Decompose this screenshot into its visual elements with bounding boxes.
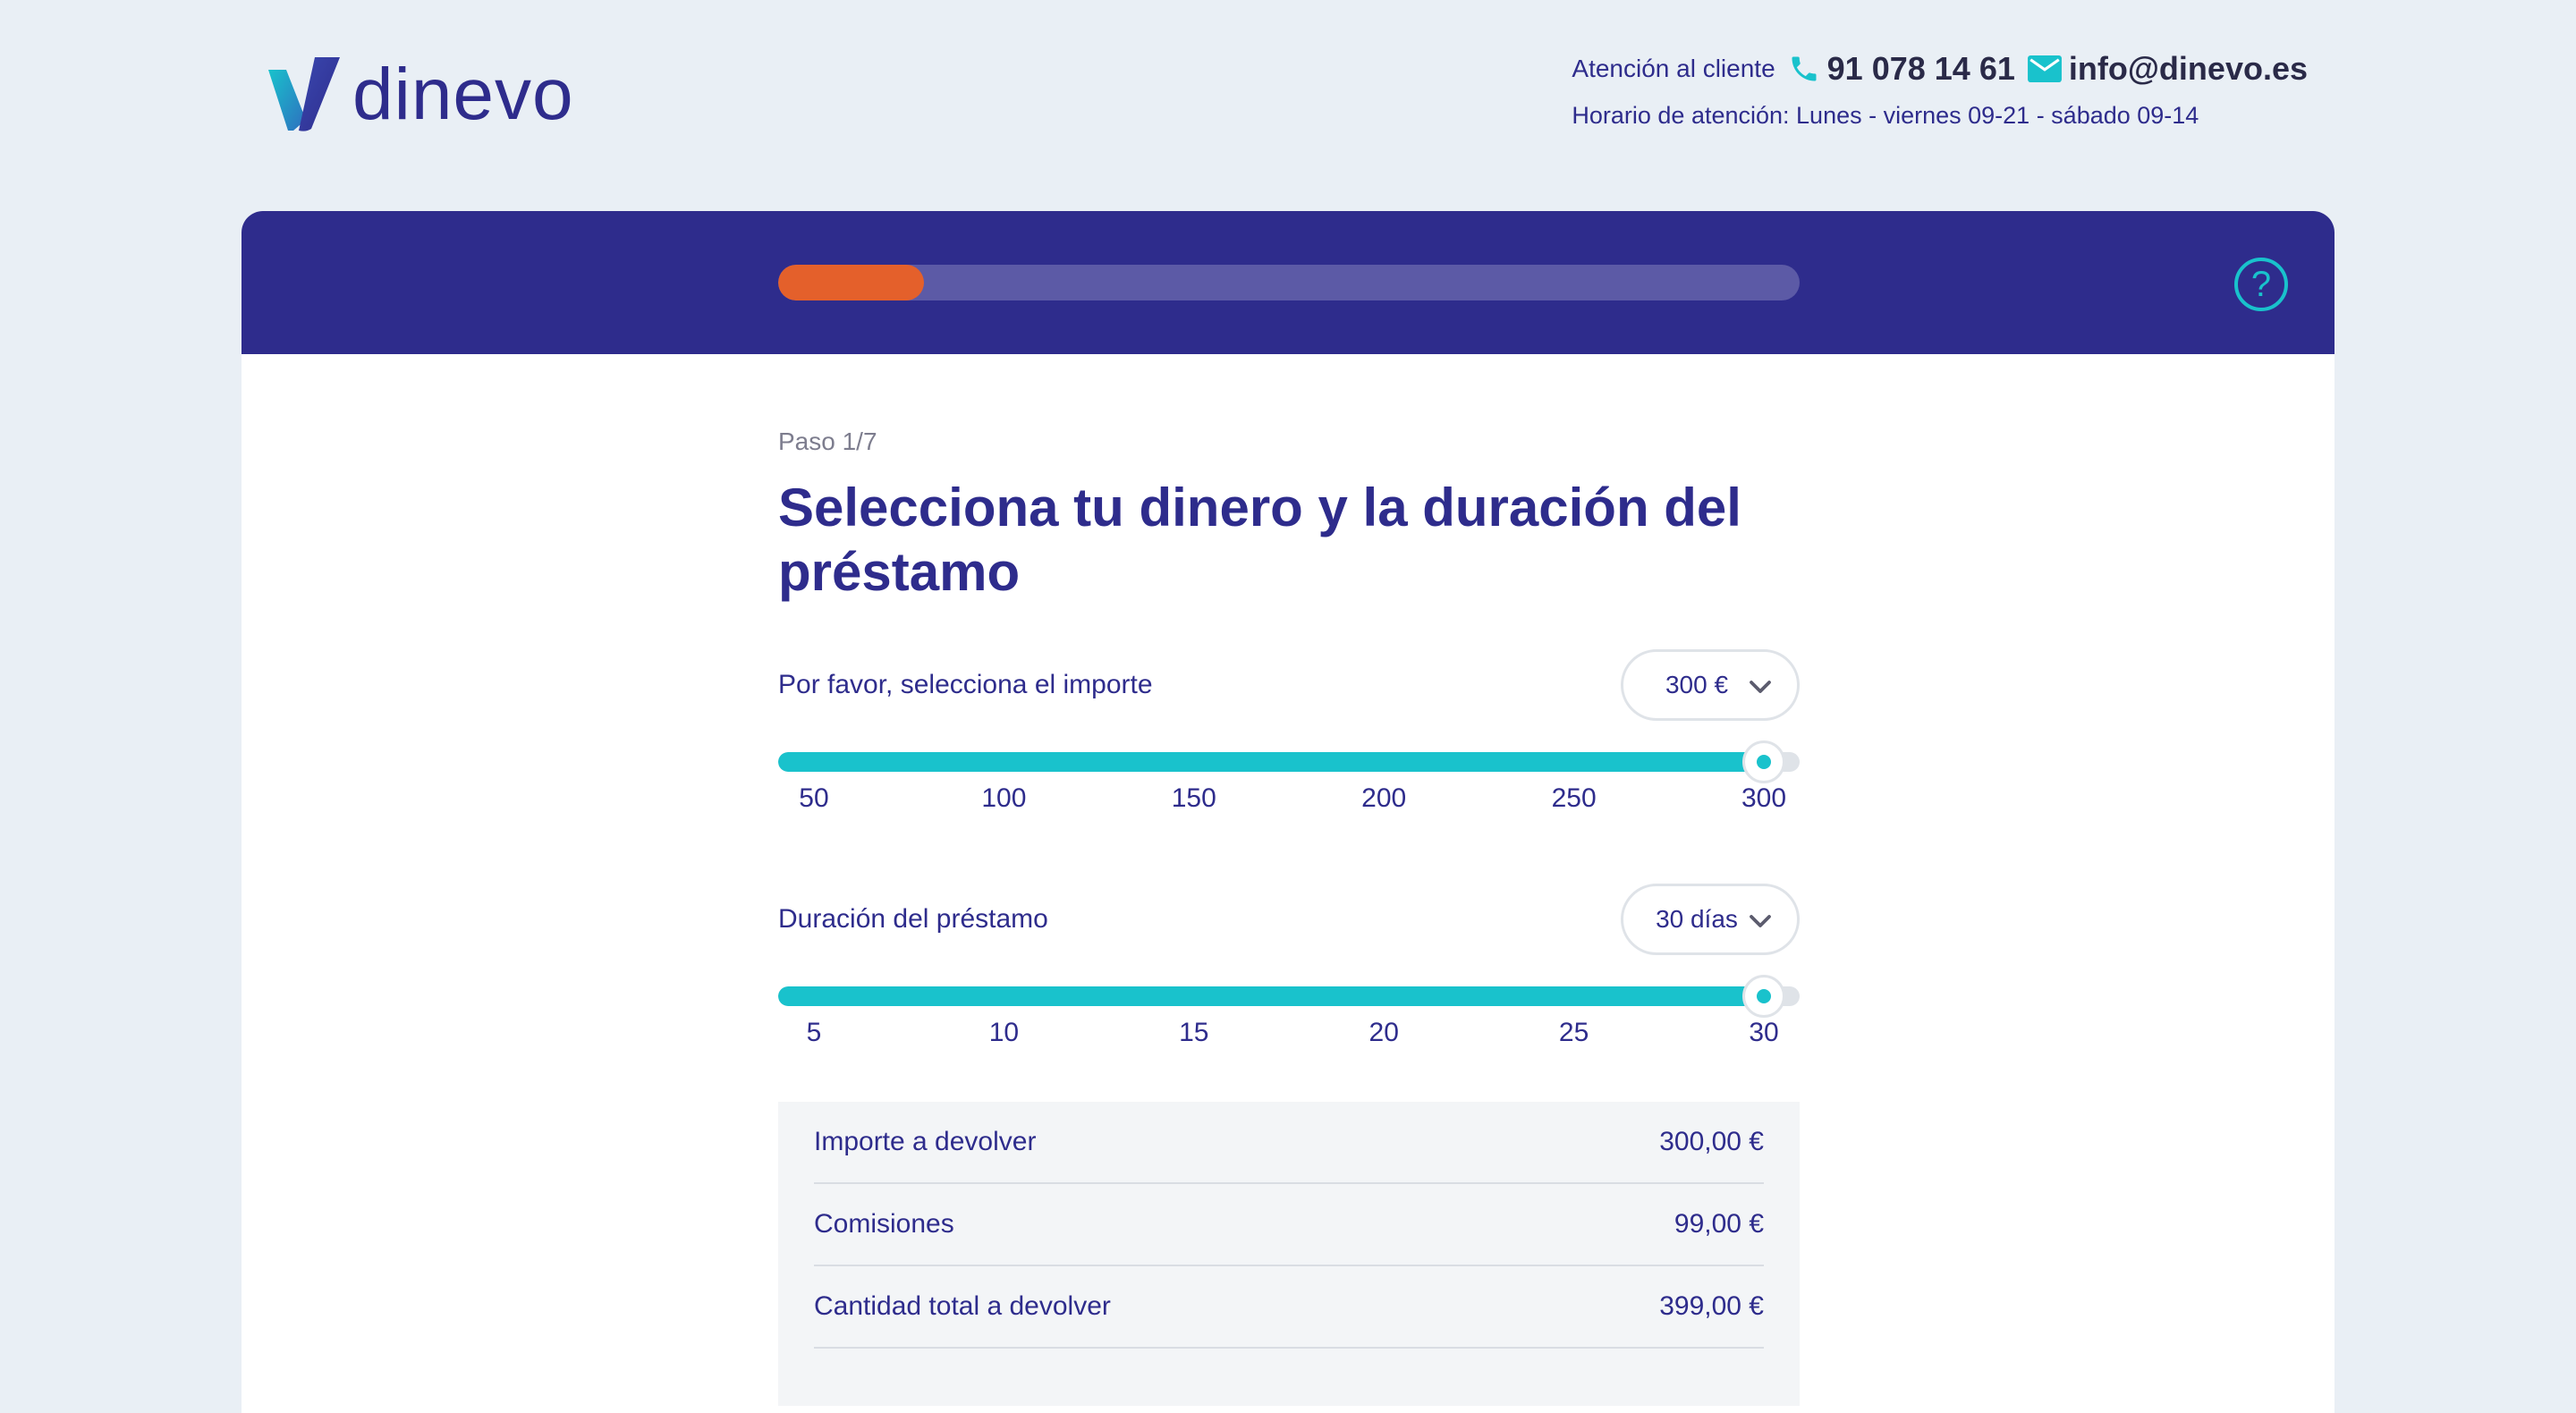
amount-select-value: 300 € [1665, 671, 1729, 698]
duration-tick: 25 [1558, 1018, 1589, 1047]
step-progress-fill [778, 265, 925, 300]
amount-row: Por favor, selecciona el importe 300 € [778, 649, 1800, 721]
amount-tick: 50 [799, 783, 829, 813]
brand-name: dinevo [352, 54, 574, 135]
contact-info: Atención al cliente 91 078 14 61 info@di… [1572, 50, 2308, 130]
phone-number-link[interactable]: 91 078 14 61 [1827, 50, 2015, 88]
phone-icon [1788, 53, 1820, 85]
duration-slider-track[interactable] [778, 986, 1800, 1006]
dinevo-v-logo-icon [268, 57, 340, 131]
brand-logo[interactable]: dinevo [267, 57, 574, 132]
help-button[interactable]: ? [2234, 258, 2288, 311]
amount-tick: 100 [981, 783, 1027, 813]
loan-form-card: ? Paso 1/7 Selecciona tu dinero y la dur… [242, 211, 2334, 1413]
opening-hours: Horario de atención: Lunes - viernes 09-… [1572, 102, 2199, 129]
card-header: ? [242, 211, 2334, 354]
contact-label: Atención al cliente [1572, 55, 1775, 82]
summary-row-repay-amount: Importe a devolver 300,00 € [814, 1102, 1764, 1184]
email-link[interactable]: info@dinevo.es [2069, 50, 2308, 88]
summary-row-total: Cantidad total a devolver 399,00 € [814, 1266, 1764, 1349]
duration-tick: 10 [988, 1018, 1020, 1047]
amount-slider[interactable] [778, 740, 1800, 783]
duration-label: Duración del préstamo [778, 904, 1048, 934]
duration-select[interactable]: 30 días [1621, 884, 1800, 955]
amount-tick: 150 [1171, 783, 1216, 813]
mail-icon [2027, 55, 2062, 82]
summary-label: Importe a devolver [814, 1127, 1037, 1156]
amount-select[interactable]: 300 € [1621, 649, 1800, 721]
summary-value: 99,00 € [1674, 1209, 1764, 1239]
step-progress-bar [778, 265, 1800, 300]
amount-tick: 200 [1361, 783, 1407, 813]
amount-ticks: 50 100 150 200 250 300 [778, 783, 1800, 819]
summary-row-fees: Comisiones 99,00 € [814, 1184, 1764, 1266]
help-icon: ? [2250, 264, 2272, 304]
amount-slider-fill [778, 752, 1765, 772]
chevron-down-icon [1747, 673, 1774, 706]
duration-tick: 5 [806, 1018, 822, 1047]
amount-slider-track[interactable] [778, 752, 1800, 772]
form-body: Paso 1/7 Selecciona tu dinero y la durac… [778, 354, 1800, 1406]
page-title: Selecciona tu dinero y la duración del p… [778, 478, 1741, 602]
duration-slider-fill [778, 986, 1765, 1006]
duration-tick: 30 [1749, 1018, 1779, 1047]
duration-tick: 20 [1368, 1018, 1399, 1047]
amount-slider-thumb[interactable] [1742, 740, 1786, 783]
contact-row: Atención al cliente 91 078 14 61 info@di… [1572, 50, 2308, 88]
duration-ticks: 5 10 15 20 25 30 [778, 1018, 1800, 1053]
chevron-down-icon [1747, 908, 1774, 941]
step-indicator: Paso 1/7 [778, 427, 877, 455]
amount-tick: 250 [1551, 783, 1597, 813]
summary-label: Cantidad total a devolver [814, 1291, 1111, 1321]
duration-slider-thumb[interactable] [1742, 975, 1786, 1018]
summary-value: 399,00 € [1659, 1291, 1764, 1321]
duration-row: Duración del préstamo 30 días [778, 884, 1800, 955]
duration-slider[interactable] [778, 975, 1800, 1018]
loan-summary: Importe a devolver 300,00 € Comisiones 9… [778, 1102, 1800, 1406]
amount-label: Por favor, selecciona el importe [778, 670, 1153, 699]
amount-tick: 300 [1741, 783, 1787, 813]
duration-tick: 15 [1179, 1018, 1209, 1047]
summary-label: Comisiones [814, 1209, 954, 1239]
duration-select-value: 30 días [1656, 905, 1738, 933]
summary-value: 300,00 € [1659, 1127, 1764, 1156]
